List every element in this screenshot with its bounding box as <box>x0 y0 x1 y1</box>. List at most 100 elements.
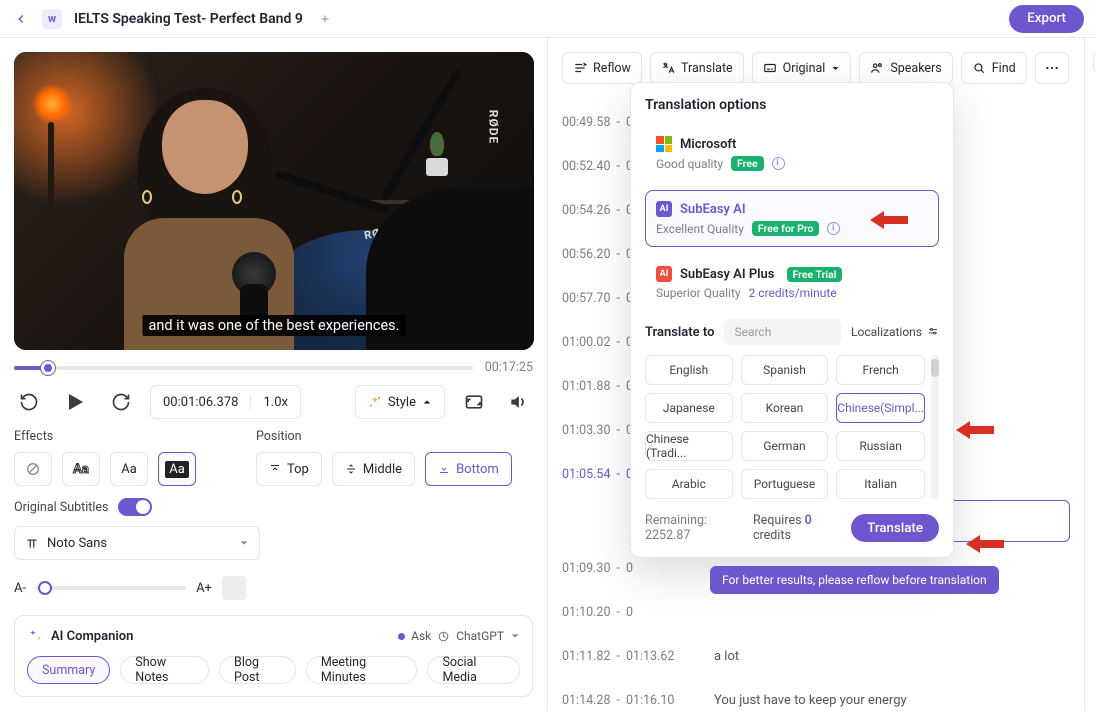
localizations-button[interactable]: Localizations <box>851 325 939 339</box>
annotation-arrow-icon <box>964 530 1006 558</box>
timestamp[interactable]: 01:10.20-0 <box>562 605 704 620</box>
language-option[interactable]: Chinese(Simpl... <box>836 393 925 423</box>
speakers-button[interactable]: Speakers <box>859 52 952 84</box>
position-bottom[interactable]: Bottom <box>425 452 512 486</box>
font-size-slider[interactable] <box>36 586 186 590</box>
translate-button[interactable]: Translate <box>650 52 744 84</box>
language-option[interactable]: Japanese <box>645 393 733 423</box>
language-option[interactable]: Korean <box>741 393 829 423</box>
reflow-button[interactable]: Reflow <box>562 52 642 84</box>
language-option[interactable]: Spanish <box>741 355 829 385</box>
remaining-label: Remaining: 2252.87 <box>645 513 745 543</box>
effect-highlight[interactable]: Aa <box>158 452 196 486</box>
language-option[interactable]: Russian <box>836 431 925 461</box>
no-effect-icon <box>25 461 41 477</box>
language-option[interactable]: Arabic <box>645 469 733 499</box>
ellipsis-icon <box>1044 60 1060 76</box>
playback-speed[interactable]: 1.0x <box>251 395 300 410</box>
reflow-icon <box>573 61 587 75</box>
cc-toggle[interactable]: CC <box>1093 52 1096 72</box>
add-tab-button[interactable] <box>315 9 335 29</box>
original-subtitles-toggle[interactable] <box>118 498 152 516</box>
video-progress-bar[interactable] <box>14 366 473 370</box>
page-title: IELTS Speaking Test- Perfect Band 9 <box>74 11 303 27</box>
align-bottom-icon <box>438 463 450 475</box>
position-middle[interactable]: Middle <box>332 452 415 486</box>
language-option[interactable]: Italian <box>836 469 925 499</box>
microsoft-icon <box>656 136 672 152</box>
translation-option-subeasy-ai-plus[interactable]: AI SubEasy AI Plus Free Trial Superior Q… <box>645 255 939 311</box>
credits-rate: 2 credits/minute <box>749 286 837 300</box>
effect-plain[interactable]: Aa <box>110 452 148 486</box>
timestamp[interactable]: 01:09.30-0 <box>562 561 704 576</box>
fullscreen-button[interactable] <box>459 387 489 417</box>
translate-to-label: Translate to <box>645 325 714 340</box>
font-size-decrease: A- <box>14 581 26 596</box>
chevron-down-icon <box>239 538 249 548</box>
companion-chip-show-notes[interactable]: Show Notes <box>120 656 209 684</box>
effect-none[interactable] <box>14 452 52 486</box>
position-top[interactable]: Top <box>256 452 322 486</box>
sparkles-icon <box>27 628 43 644</box>
rewind-button[interactable] <box>14 387 44 417</box>
annotation-arrow-icon <box>954 416 996 444</box>
translation-options-popover: Translation options Microsoft Good quali… <box>630 82 954 558</box>
video-player[interactable]: RØDE RØDE and it was one of the best exp… <box>14 52 534 350</box>
companion-chip-social-media[interactable]: Social Media <box>427 656 520 684</box>
find-button[interactable]: Find <box>961 52 1027 84</box>
popover-title: Translation options <box>645 97 939 113</box>
translation-option-microsoft[interactable]: Microsoft Good quality Free <box>645 125 939 182</box>
play-button[interactable] <box>58 385 92 419</box>
language-option[interactable]: German <box>741 431 829 461</box>
info-icon[interactable] <box>827 222 840 235</box>
companion-chip-meeting-minutes[interactable]: Meeting Minutes <box>306 656 418 684</box>
ai-companion-panel: AI Companion Ask ChatGPT SummaryShow Not… <box>14 615 533 697</box>
chevron-up-icon <box>422 397 432 407</box>
align-middle-icon <box>345 463 357 475</box>
original-dropdown[interactable]: Original <box>752 52 852 84</box>
app-logo: w <box>42 9 62 29</box>
chatgpt-icon <box>437 630 450 643</box>
requires-label: Requires 0 credits <box>753 513 843 543</box>
info-icon[interactable] <box>772 157 785 170</box>
reflow-tip-tooltip: For better results, please reflow before… <box>710 566 999 594</box>
subtitle-text[interactable]: a lot <box>714 649 739 664</box>
search-icon <box>972 61 986 75</box>
timestamp[interactable]: 01:14.28-01:16.10 <box>562 693 704 708</box>
mic-brand-label: RØDE <box>486 110 500 145</box>
font-select[interactable]: Noto Sans <box>14 526 260 560</box>
language-option[interactable]: Chinese (Tradi... <box>645 431 733 461</box>
language-search-input[interactable]: Search <box>724 319 841 345</box>
companion-chip-summary[interactable]: Summary <box>27 656 110 684</box>
language-option[interactable]: English <box>645 355 733 385</box>
back-button[interactable] <box>12 10 30 28</box>
ask-label: Ask <box>411 629 431 643</box>
chevron-down-icon <box>831 64 840 73</box>
export-button[interactable]: Export <box>1009 5 1084 33</box>
language-option[interactable]: Portuguese <box>741 469 829 499</box>
translate-action-button[interactable]: Translate <box>851 514 939 542</box>
style-button[interactable]: Style <box>355 385 445 419</box>
more-button[interactable] <box>1035 52 1069 84</box>
engine-label: ChatGPT <box>456 629 504 643</box>
timecode-box[interactable]: 00:01:06.378 1.0x <box>150 385 301 419</box>
subtitle-icon <box>763 61 777 75</box>
font-size-increase: A+ <box>196 581 212 596</box>
timestamp[interactable]: 01:11.82-01:13.62 <box>562 649 704 664</box>
volume-button[interactable] <box>503 387 533 417</box>
chevron-down-icon[interactable] <box>510 631 520 641</box>
position-label: Position <box>256 429 512 444</box>
effect-outline[interactable]: Aa <box>62 452 100 486</box>
current-timecode: 00:01:06.378 <box>151 395 251 410</box>
sliders-icon <box>927 326 939 338</box>
subeasy-ai-icon: AI <box>656 201 672 217</box>
companion-chip-blog-post[interactable]: Blog Post <box>219 656 296 684</box>
subeasy-ai-plus-icon: AI <box>656 266 672 282</box>
video-duration: 00:17:25 <box>485 360 533 375</box>
forward-button[interactable] <box>106 387 136 417</box>
language-scrollbar[interactable] <box>931 355 939 499</box>
subtitle-text[interactable]: You just have to keep your energy <box>714 693 907 708</box>
font-icon <box>25 536 39 550</box>
status-dot-icon <box>398 633 405 640</box>
language-option[interactable]: French <box>836 355 925 385</box>
